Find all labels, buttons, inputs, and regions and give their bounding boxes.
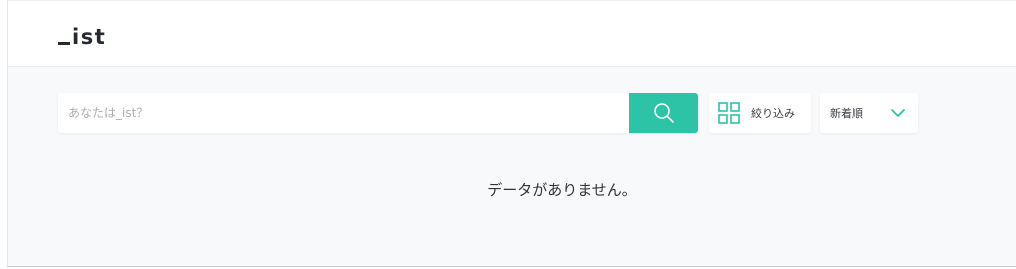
sort-select[interactable]: 新着順 — [820, 93, 918, 133]
search-input[interactable] — [58, 93, 629, 133]
app-window: ist あなたは_ist？ 絞り込み 新着順 データがありません。 — [7, 0, 1016, 267]
search-button[interactable] — [629, 93, 698, 133]
filter-label: 絞り込み — [751, 107, 795, 120]
header: ist — [8, 1, 1016, 67]
search-icon — [653, 102, 675, 124]
filter-button[interactable]: 絞り込み — [709, 93, 811, 133]
logo-underscore — [58, 42, 70, 45]
sort-selected-value: 新着順 — [830, 107, 863, 120]
chevron-down-icon — [890, 105, 906, 121]
logo-text: ist — [72, 25, 107, 49]
empty-results-message: データがありません。 — [487, 181, 637, 199]
grid-icon — [718, 102, 740, 124]
search-box — [58, 93, 698, 133]
logo[interactable]: ist — [58, 24, 106, 48]
